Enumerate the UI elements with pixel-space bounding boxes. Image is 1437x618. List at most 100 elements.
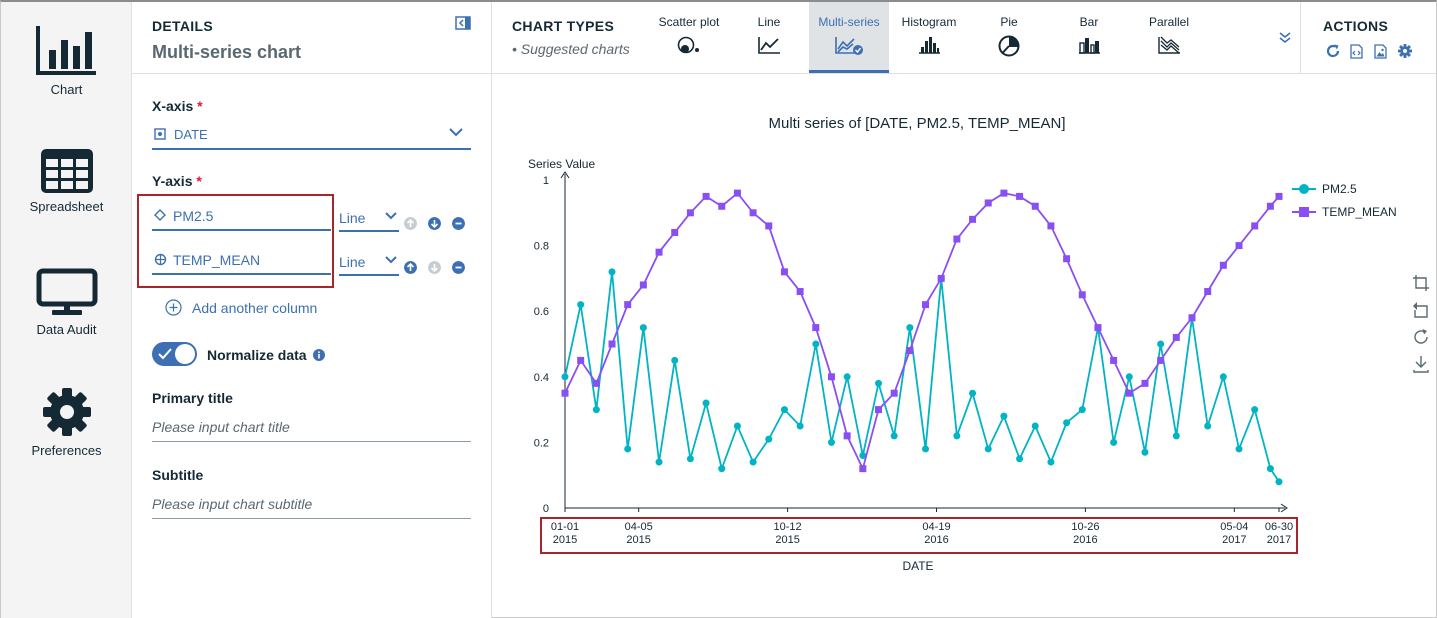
subtitle-input[interactable] (152, 489, 471, 518)
data-point (1172, 432, 1180, 440)
required-mark: * (196, 173, 202, 189)
crop-icon[interactable] (1412, 274, 1430, 292)
y-tick-label: 1 (543, 175, 549, 187)
data-point (733, 422, 741, 430)
refresh-icon[interactable] (1326, 44, 1340, 58)
x-axis-value: DATE (174, 127, 208, 142)
nav-item-data-audit[interactable]: Data Audit (1, 268, 132, 337)
remove-icon[interactable] (452, 217, 465, 230)
info-icon[interactable] (313, 349, 326, 361)
x-axis-title: DATE (902, 559, 933, 573)
nav-item-chart[interactable]: Chart (1, 24, 132, 97)
y-tick-label: 0.4 (534, 372, 549, 384)
remove-icon[interactable] (452, 261, 465, 274)
y-column-type-select[interactable]: Line (339, 206, 399, 232)
data-point (875, 379, 883, 387)
chart-type-scatter[interactable]: Scatter plot (649, 2, 729, 73)
legend: PM2.5 TEMP_MEAN (1292, 182, 1397, 219)
data-point (1047, 222, 1055, 230)
data-point (1000, 412, 1008, 420)
data-point (1172, 333, 1180, 341)
move-up-icon[interactable] (404, 261, 417, 274)
y-column-input-pm25[interactable]: PM2.5 (152, 201, 331, 231)
actions-group: ACTIONS (1300, 2, 1436, 73)
x-tick-label: 10-26 (1071, 521, 1099, 533)
data-point (812, 324, 820, 332)
move-down-icon[interactable] (428, 261, 441, 274)
chart-type-line[interactable]: Line (729, 2, 809, 73)
data-point (655, 458, 663, 466)
monitor-icon (36, 268, 97, 315)
y-column-name: TEMP_MEAN (173, 252, 261, 268)
multi-series-icon (835, 37, 863, 55)
plot-area: 00.20.40.60.8101-01201504-05201510-12201… (534, 171, 1293, 546)
chart-type-parallel[interactable]: Parallel (1129, 2, 1209, 73)
data-point (1219, 373, 1227, 381)
details-title: Multi-series chart (152, 42, 302, 62)
y-column-type: Line (339, 210, 366, 226)
primary-title-field[interactable] (152, 412, 471, 442)
data-point (561, 389, 569, 397)
measure-field-icon (154, 253, 167, 266)
primary-title-input[interactable] (152, 412, 471, 441)
x-axis-label: X-axis * (152, 98, 203, 114)
move-down-icon[interactable] (428, 217, 441, 230)
data-point (702, 399, 710, 407)
y-column-type-select[interactable]: Line (339, 250, 399, 276)
data-point (592, 379, 600, 387)
legend-item-pm25[interactable]: PM2.5 (1292, 182, 1357, 196)
measure-field-icon (154, 209, 166, 221)
settings-icon[interactable] (1398, 44, 1412, 58)
data-point (875, 406, 883, 414)
x-tick-year: 2015 (626, 534, 650, 546)
subtitle-label: Subtitle (152, 467, 204, 483)
parallel-icon (1158, 36, 1180, 54)
add-column-button[interactable]: Add another column (165, 299, 317, 317)
data-point (1078, 406, 1086, 414)
subtitle-field[interactable] (152, 489, 471, 519)
normalize-toggle[interactable] (152, 342, 197, 366)
x-tick-label: 10-12 (774, 521, 802, 533)
x-tick-year: 2017 (1267, 534, 1291, 546)
nav-item-spreadsheet[interactable]: Spreadsheet (1, 149, 132, 214)
y-column-input-temp-mean[interactable]: TEMP_MEAN (152, 245, 331, 275)
chart-type-histogram[interactable]: Histogram (889, 2, 969, 73)
code-icon[interactable] (1350, 44, 1363, 59)
chart-types-title: CHART TYPES (512, 18, 615, 34)
data-point (1000, 189, 1008, 197)
chart-type-pie[interactable]: Pie (969, 2, 1049, 73)
data-point (702, 192, 710, 200)
collapse-panel-icon[interactable] (455, 16, 471, 30)
double-chevron-down-icon[interactable] (1279, 32, 1291, 44)
chart-type-multi-series[interactable]: Multi-series (809, 2, 889, 73)
chevron-down-icon (385, 212, 397, 220)
suggested-charts-note: • Suggested charts (512, 41, 630, 57)
nav-item-preferences[interactable]: Preferences (1, 387, 132, 458)
x-tick-year: 2016 (1073, 534, 1097, 546)
data-point (765, 222, 773, 230)
data-point (922, 445, 930, 453)
data-point (1110, 356, 1118, 364)
data-point (1047, 458, 1055, 466)
data-point (984, 445, 992, 453)
reset-icon[interactable] (1412, 328, 1430, 346)
data-point (1031, 422, 1039, 430)
data-point (765, 435, 773, 443)
data-point (624, 301, 632, 309)
gear-icon (42, 388, 91, 436)
data-point (922, 301, 930, 309)
legend-item-temp-mean[interactable]: TEMP_MEAN (1292, 205, 1397, 219)
data-point (906, 324, 914, 332)
download-icon[interactable] (1412, 355, 1430, 373)
image-icon[interactable] (1374, 44, 1387, 59)
move-up-icon[interactable] (404, 217, 417, 230)
data-point (1141, 448, 1149, 456)
x-axis-select[interactable]: DATE (152, 122, 471, 150)
chart-type-bar[interactable]: Bar (1049, 2, 1129, 73)
data-point (906, 347, 914, 355)
data-point (671, 228, 679, 236)
bar-icon (1079, 38, 1100, 54)
data-point (577, 301, 585, 309)
undo-zoom-icon[interactable] (1412, 301, 1430, 319)
normalize-label-text: Normalize data (207, 347, 307, 363)
